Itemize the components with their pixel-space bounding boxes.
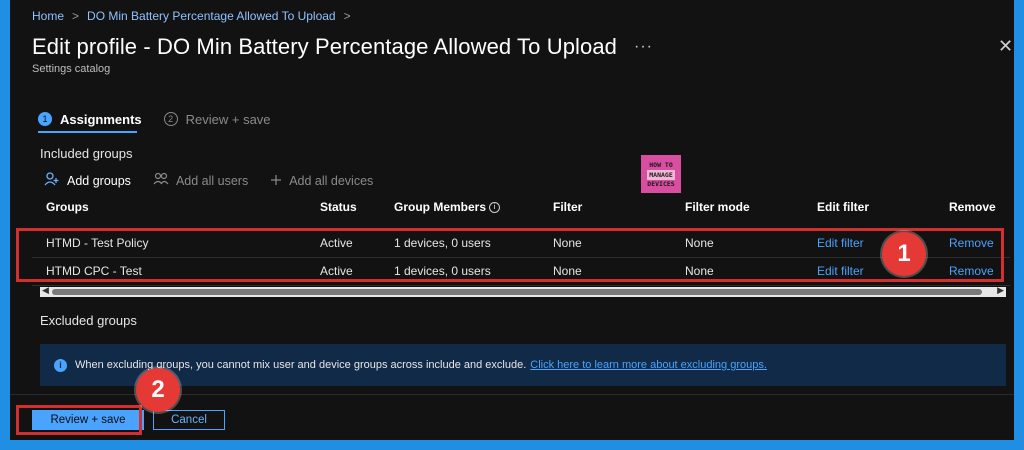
users-icon: [153, 172, 169, 189]
add-all-users-button[interactable]: Add all users: [153, 172, 248, 189]
logo-text: DEVICES: [647, 179, 675, 188]
wizard-steps: 1 Assignments 2 Review + save: [38, 108, 293, 130]
breadcrumb-separator: >: [343, 9, 351, 23]
column-header-edit-filter[interactable]: Edit filter: [817, 200, 869, 214]
included-groups-toolbar: Add groups Add all users Add all devices: [44, 172, 373, 189]
step-number-badge: 1: [38, 112, 52, 126]
page-title: Edit profile - DO Min Battery Percentage…: [32, 34, 618, 59]
excluded-groups-title: Excluded groups: [40, 313, 137, 328]
learn-more-link[interactable]: Click here to learn more about excluding…: [530, 359, 767, 371]
button-highlight-annotation: [16, 405, 142, 435]
logo-text: MANAGE: [647, 169, 675, 180]
column-header-filter-mode[interactable]: Filter mode: [685, 200, 750, 214]
step-assignments[interactable]: 1 Assignments: [38, 108, 142, 130]
scroll-right-icon[interactable]: ▶: [997, 285, 1004, 296]
close-icon[interactable]: ✕: [998, 36, 1013, 57]
column-header-remove[interactable]: Remove: [949, 200, 996, 214]
scroll-left-icon[interactable]: ◀: [42, 285, 49, 296]
breadcrumb-current[interactable]: DO Min Battery Percentage Allowed To Upl…: [87, 9, 336, 23]
column-header-status[interactable]: Status: [320, 200, 357, 214]
logo-text: HOW TO: [649, 160, 673, 169]
scrollbar-thumb[interactable]: [52, 289, 982, 295]
cancel-button[interactable]: Cancel: [153, 410, 225, 430]
active-step-indicator: [38, 131, 137, 133]
step-label: Review + save: [185, 111, 271, 127]
how-to-manage-devices-logo: HOW TO MANAGE DEVICES: [641, 155, 681, 193]
column-header-label: Group Members: [394, 200, 487, 214]
more-options-icon[interactable]: ···: [634, 38, 653, 56]
page-subtitle: Settings catalog: [32, 63, 111, 75]
step-review-save[interactable]: 2 Review + save: [163, 108, 271, 130]
column-header-group-members[interactable]: Group Members i: [394, 200, 501, 214]
breadcrumb-home[interactable]: Home: [32, 9, 64, 23]
info-banner: i When excluding groups, you cannot mix …: [40, 344, 1006, 386]
add-all-devices-label: Add all devices: [289, 173, 374, 188]
column-header-groups[interactable]: Groups: [46, 200, 89, 214]
horizontal-scrollbar[interactable]: ◀ ▶: [40, 285, 1006, 297]
callout-badge-2: 2: [136, 368, 180, 412]
step-label: Assignments: [60, 111, 142, 127]
callout-badge-1: 1: [882, 232, 926, 276]
info-icon[interactable]: i: [489, 202, 501, 214]
info-icon: i: [54, 358, 67, 372]
groups-table-header: Groups Status Group Members i Filter Filt…: [32, 200, 1010, 224]
breadcrumb: Home > DO Min Battery Percentage Allowed…: [32, 9, 351, 23]
add-all-users-label: Add all users: [175, 173, 249, 188]
add-group-icon: [44, 172, 60, 189]
breadcrumb-separator: >: [72, 9, 80, 23]
column-header-filter[interactable]: Filter: [553, 200, 582, 214]
add-groups-label: Add groups: [67, 173, 131, 188]
banner-text: When excluding groups, you cannot mix us…: [75, 359, 527, 371]
add-all-devices-button[interactable]: Add all devices: [270, 173, 373, 189]
add-groups-button[interactable]: Add groups: [44, 172, 131, 189]
step-number-badge: 2: [163, 112, 178, 126]
rows-highlight-annotation: [16, 228, 1004, 282]
included-groups-title: Included groups: [40, 146, 133, 161]
plus-icon: [270, 173, 282, 189]
